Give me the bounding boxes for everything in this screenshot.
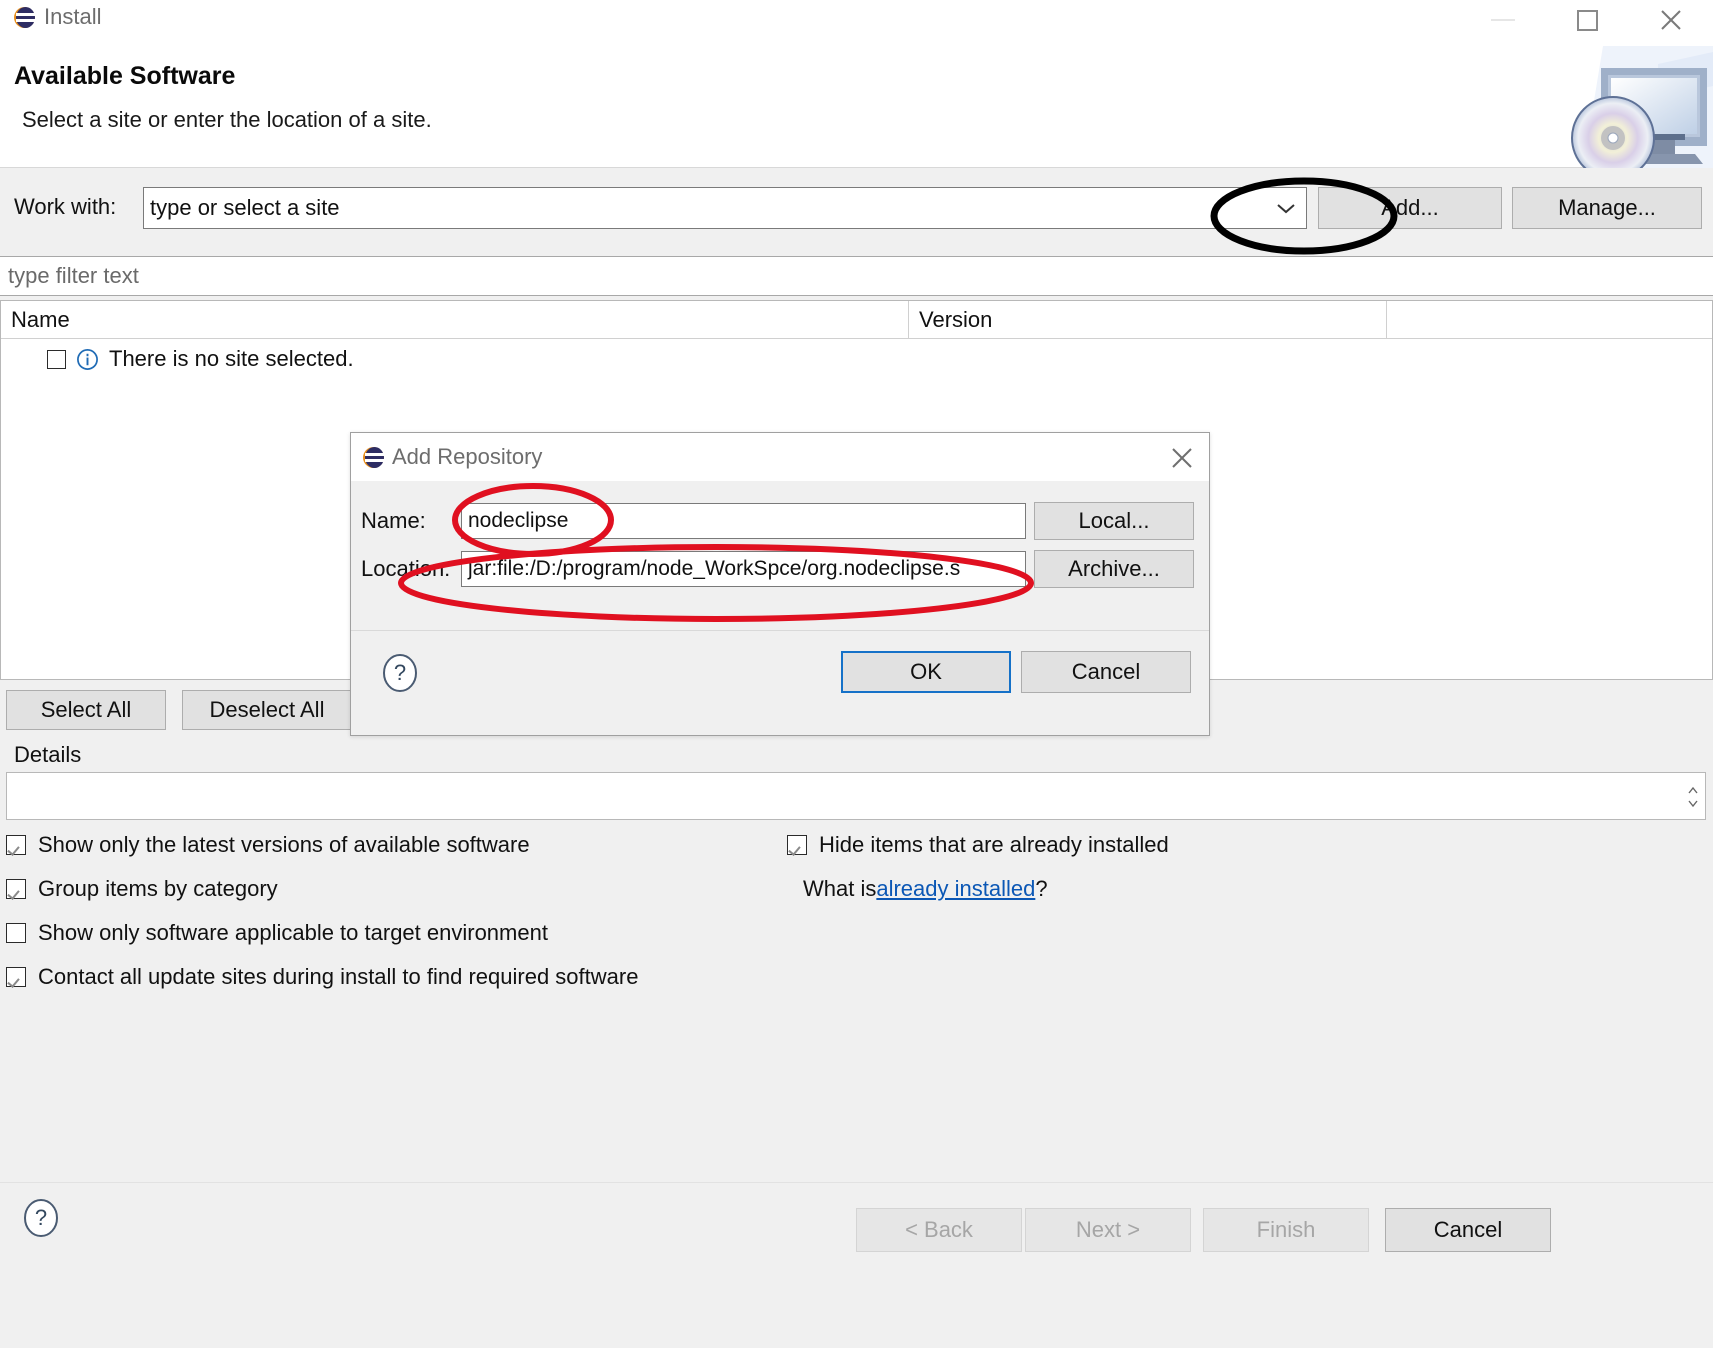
option-label: Hide items that are already installed	[819, 832, 1169, 857]
modal-body: Name: nodeclipse Local... Location: jar:…	[351, 481, 1209, 631]
site-combo[interactable]: type or select a site	[143, 187, 1307, 229]
column-header-name[interactable]: Name	[1, 301, 909, 338]
close-icon	[1172, 448, 1192, 468]
details-scroll-spinner[interactable]	[1685, 779, 1701, 815]
checkbox-group-by-category[interactable]	[6, 879, 26, 899]
option-label: Show only the latest versions of availab…	[38, 832, 530, 857]
option-contact-all-update-sites[interactable]: Contact all update sites during install …	[6, 964, 638, 990]
maximize-icon	[1576, 9, 1598, 31]
checkbox-hide-installed-items[interactable]	[787, 835, 807, 855]
table-row[interactable]: There is no site selected.	[1, 339, 1712, 379]
maximize-button[interactable]	[1545, 0, 1629, 40]
select-all-button[interactable]: Select All	[6, 690, 166, 730]
page-title: Available Software	[14, 62, 236, 90]
what-is-installed: What is already installed ?	[803, 876, 1048, 902]
location-input[interactable]: jar:file:/D:/program/node_WorkSpce/org.n…	[461, 551, 1026, 587]
monitor-cd-icon	[1483, 46, 1713, 168]
checkbox-applicable-target-environment[interactable]	[6, 923, 26, 943]
modal-close-button[interactable]	[1169, 445, 1195, 471]
local-button[interactable]: Local...	[1034, 502, 1194, 540]
next-button: Next >	[1025, 1208, 1191, 1252]
option-applicable-target-environment[interactable]: Show only software applicable to target …	[6, 920, 548, 946]
eclipse-sphere-icon	[14, 6, 35, 28]
archive-button[interactable]: Archive...	[1034, 550, 1194, 588]
option-show-latest-versions[interactable]: Show only the latest versions of availab…	[6, 832, 530, 858]
modal-title-bar: Add Repository	[351, 433, 1209, 481]
work-with-row: Work with: type or select a site Add... …	[0, 178, 1713, 244]
modal-footer: ? OK Cancel	[351, 629, 1209, 735]
eclipse-sphere-icon	[363, 446, 384, 468]
help-circle-icon: ?	[383, 654, 417, 692]
name-label: Name:	[361, 508, 426, 533]
help-button[interactable]: ?	[22, 1198, 60, 1238]
name-input[interactable]: nodeclipse	[461, 503, 1026, 539]
close-button[interactable]	[1629, 0, 1713, 40]
what-is-suffix: ?	[1035, 876, 1048, 901]
window-title: Install	[44, 4, 102, 29]
checkbox-show-latest-versions[interactable]	[6, 835, 26, 855]
deselect-all-button[interactable]: Deselect All	[182, 690, 352, 730]
row-checkbox[interactable]	[47, 349, 66, 369]
info-icon	[77, 348, 98, 370]
work-with-label: Work with:	[14, 194, 117, 219]
option-hide-installed-items[interactable]: Hide items that are already installed	[787, 832, 1169, 858]
column-header-version[interactable]: Version	[909, 301, 1387, 338]
checkbox-contact-all-update-sites[interactable]	[6, 967, 26, 987]
footer-separator	[0, 1182, 1713, 1183]
modal-cancel-button[interactable]: Cancel	[1021, 651, 1191, 693]
svg-text:?: ?	[35, 1205, 47, 1230]
filter-input[interactable]: type filter text	[0, 256, 1713, 296]
install-dialog: Install Available Software Select a site…	[0, 0, 1713, 1348]
cancel-button[interactable]: Cancel	[1385, 1208, 1551, 1252]
details-box[interactable]	[6, 772, 1706, 820]
title-bar-left: Install	[14, 4, 101, 30]
page-subtitle: Select a site or enter the location of a…	[22, 107, 432, 132]
close-icon	[1661, 10, 1681, 30]
location-label: Location:	[361, 556, 451, 581]
finish-button: Finish	[1203, 1208, 1369, 1252]
column-header-blank[interactable]	[1387, 301, 1712, 338]
table-header: Name Version	[1, 301, 1712, 339]
what-is-prefix: What is	[803, 876, 877, 901]
details-label: Details	[14, 742, 82, 767]
modal-help-button[interactable]: ?	[381, 653, 419, 693]
filter-placeholder: type filter text	[8, 263, 139, 288]
site-combo-value: type or select a site	[150, 195, 340, 220]
modal-title: Add Repository	[392, 444, 543, 469]
minimize-button[interactable]	[1461, 0, 1545, 40]
banner: Available Software Select a site or ente…	[0, 40, 1713, 168]
minimize-icon	[1491, 19, 1515, 21]
window-controls	[1461, 0, 1713, 40]
option-label: Group items by category	[38, 876, 278, 901]
row-name: There is no site selected.	[109, 346, 354, 371]
back-button: < Back	[856, 1208, 1022, 1252]
add-repository-dialog: Add Repository Name: nodeclipse Local...…	[350, 432, 1210, 736]
chevron-down-icon[interactable]	[1266, 188, 1306, 228]
option-label: Show only software applicable to target …	[38, 920, 548, 945]
option-group-by-category[interactable]: Group items by category	[6, 876, 278, 902]
help-circle-icon: ?	[24, 1199, 58, 1237]
svg-text:?: ?	[394, 660, 406, 685]
manage-button[interactable]: Manage...	[1512, 187, 1702, 229]
already-installed-link[interactable]: already installed	[876, 876, 1035, 902]
add-button[interactable]: Add...	[1318, 187, 1502, 229]
ok-button[interactable]: OK	[841, 651, 1011, 693]
title-bar: Install	[0, 0, 1713, 40]
option-label: Contact all update sites during install …	[38, 964, 639, 989]
